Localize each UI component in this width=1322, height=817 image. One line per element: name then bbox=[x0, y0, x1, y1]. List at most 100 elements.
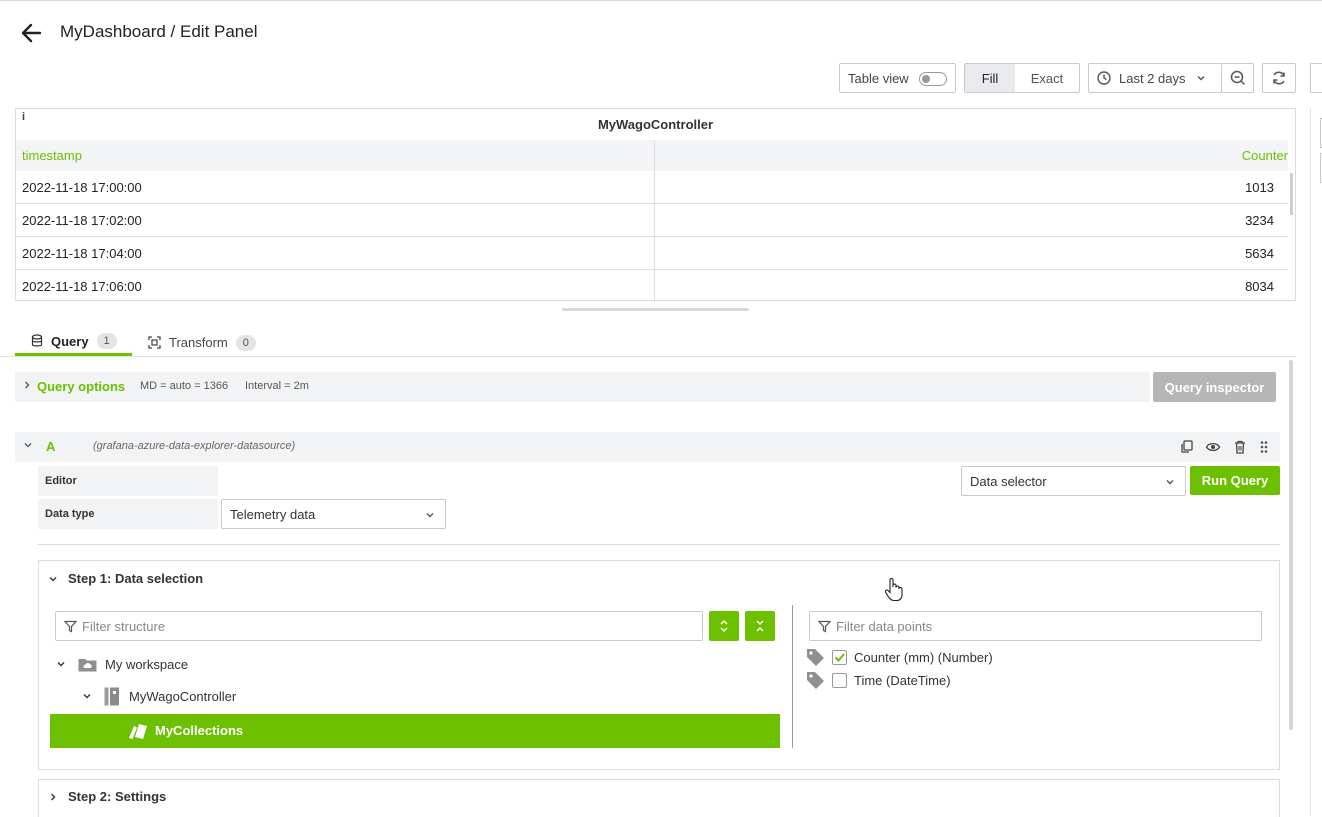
collapse-icon bbox=[754, 619, 766, 633]
time-range-picker[interactable]: Last 2 days bbox=[1088, 63, 1222, 93]
step1-title[interactable]: Step 1: Data selection bbox=[68, 571, 203, 586]
cell-timestamp: 2022-11-18 17:02:00 bbox=[22, 213, 142, 228]
data-point-label[interactable]: Time (DateTime) bbox=[854, 673, 951, 688]
tree-item-collections[interactable]: MyCollections bbox=[50, 714, 780, 748]
table-row: 2022-11-18 17:06:00 8034 bbox=[16, 270, 1288, 303]
data-point-checkbox-time[interactable] bbox=[832, 673, 847, 688]
chevron-down-icon bbox=[1165, 475, 1175, 490]
page-title: MyDashboard / Edit Panel bbox=[60, 22, 258, 41]
step2-title[interactable]: Step 2: Settings bbox=[68, 789, 166, 804]
query-options-label[interactable]: Query options bbox=[37, 379, 125, 394]
zoom-out-icon bbox=[1230, 70, 1246, 86]
visualization-picker-edge[interactable] bbox=[1310, 63, 1322, 93]
chevron-down-icon[interactable] bbox=[23, 440, 33, 453]
query-inspector-button[interactable]: Query inspector bbox=[1153, 372, 1276, 402]
filter-icon bbox=[817, 620, 832, 636]
table-view-switch[interactable] bbox=[919, 72, 947, 86]
options-pane-edge bbox=[1310, 108, 1322, 816]
controller-icon bbox=[104, 687, 120, 706]
filter-data-points-placeholder: Filter data points bbox=[836, 618, 933, 634]
time-range-label: Last 2 days bbox=[1119, 70, 1186, 86]
chevron-right-icon[interactable] bbox=[49, 790, 57, 805]
tree-item-controller[interactable]: MyWagoController bbox=[82, 686, 236, 706]
table-view-label: Table view bbox=[848, 70, 909, 86]
tab-query-label: Query bbox=[51, 333, 89, 349]
cell-counter: 5634 bbox=[1245, 246, 1274, 261]
top-border bbox=[0, 0, 1322, 3]
data-type-value: Telemetry data bbox=[230, 506, 316, 522]
tab-transform-count: 0 bbox=[235, 334, 256, 351]
exact-button[interactable]: Exact bbox=[1015, 64, 1079, 92]
refresh-button[interactable] bbox=[1262, 63, 1296, 93]
chevron-down-icon[interactable] bbox=[48, 572, 58, 587]
tabs-divider bbox=[0, 356, 1296, 357]
chevron-down-icon[interactable] bbox=[56, 659, 70, 669]
eye-icon[interactable] bbox=[1205, 439, 1221, 455]
editor-divider bbox=[38, 544, 1280, 545]
query-options-bar[interactable]: Query options MD = auto = 1366 Interval … bbox=[15, 372, 1150, 402]
table-row: 2022-11-18 17:02:00 3234 bbox=[16, 204, 1288, 237]
tree-item-workspace[interactable]: My workspace bbox=[56, 654, 188, 674]
data-type-label: Data type bbox=[38, 499, 218, 529]
chevron-down-icon bbox=[425, 508, 435, 523]
filter-data-points-input[interactable]: Filter data points bbox=[809, 611, 1262, 641]
datasource-name: (grafana-azure-data-explorer-datasource) bbox=[93, 440, 296, 452]
run-query-button[interactable]: Run Query bbox=[1190, 466, 1280, 495]
zoom-out-button[interactable] bbox=[1221, 63, 1254, 93]
table-header: timestamp Counter bbox=[16, 140, 1288, 171]
drag-handle-icon[interactable] bbox=[1256, 439, 1272, 455]
back-arrow-icon[interactable] bbox=[18, 20, 46, 46]
tab-transform[interactable]: Transform 0 bbox=[148, 329, 268, 356]
filter-structure-placeholder: Filter structure bbox=[82, 618, 166, 634]
table-scrollbar[interactable] bbox=[1290, 173, 1293, 215]
data-point-checkbox-counter[interactable] bbox=[832, 650, 847, 665]
table-panel: i MyWagoController timestamp Counter 202… bbox=[15, 108, 1296, 303]
table-view-toggle[interactable]: Table view bbox=[839, 63, 956, 93]
column-header-timestamp[interactable]: timestamp bbox=[22, 148, 82, 163]
tab-query[interactable]: Query 1 bbox=[15, 329, 132, 356]
chevron-right-icon bbox=[23, 380, 31, 393]
tag-icon bbox=[806, 648, 825, 670]
step1-column-divider bbox=[792, 605, 793, 748]
fill-button[interactable]: Fill bbox=[965, 64, 1015, 92]
tree-item-label: MyCollections bbox=[155, 723, 244, 738]
panel-title: MyWagoController bbox=[597, 117, 714, 132]
expand-icon bbox=[718, 619, 730, 633]
data-type-select[interactable]: Telemetry data bbox=[221, 499, 446, 529]
query-pane-scrollbar[interactable] bbox=[1289, 360, 1293, 730]
tree-item-label: MyWagoController bbox=[129, 688, 237, 704]
chevron-down-icon[interactable] bbox=[82, 691, 96, 701]
interval-info: Interval = 2m bbox=[245, 380, 309, 392]
table-row: 2022-11-18 17:00:00 1013 bbox=[16, 171, 1288, 204]
table-row: 2022-11-18 17:04:00 5634 bbox=[16, 237, 1288, 270]
panel-resize-handle[interactable] bbox=[562, 308, 749, 311]
chevron-down-icon bbox=[1196, 73, 1206, 83]
cloud-folder-icon bbox=[78, 657, 97, 672]
tab-transform-label: Transform bbox=[169, 335, 228, 350]
step2-section[interactable] bbox=[38, 779, 1280, 817]
cell-timestamp: 2022-11-18 17:00:00 bbox=[22, 180, 142, 195]
filter-structure-input[interactable]: Filter structure bbox=[55, 611, 703, 641]
column-divider bbox=[654, 140, 655, 302]
expand-all-button[interactable] bbox=[709, 611, 739, 641]
tab-query-count: 1 bbox=[96, 333, 117, 349]
filter-icon bbox=[63, 620, 78, 636]
editor-mode-select[interactable]: Data selector bbox=[961, 466, 1186, 496]
refresh-icon bbox=[1271, 70, 1287, 86]
collapse-all-button[interactable] bbox=[745, 611, 775, 641]
transform-icon bbox=[148, 336, 161, 349]
tag-icon bbox=[806, 671, 825, 693]
query-letter[interactable]: A bbox=[46, 439, 55, 454]
cell-timestamp: 2022-11-18 17:04:00 bbox=[22, 246, 142, 261]
cell-counter: 1013 bbox=[1245, 180, 1274, 195]
data-point-label[interactable]: Counter (mm) (Number) bbox=[854, 650, 993, 665]
query-a-header: A (grafana-azure-data-explorer-datasourc… bbox=[15, 432, 1280, 462]
column-header-counter[interactable]: Counter bbox=[1242, 148, 1288, 163]
max-data-points-info: MD = auto = 1366 bbox=[140, 380, 229, 392]
hand-cursor-icon bbox=[884, 577, 904, 603]
trash-icon[interactable] bbox=[1232, 439, 1248, 455]
database-icon bbox=[31, 334, 43, 348]
collections-icon bbox=[128, 723, 148, 743]
cell-counter: 8034 bbox=[1245, 279, 1274, 294]
duplicate-icon[interactable] bbox=[1179, 439, 1195, 455]
